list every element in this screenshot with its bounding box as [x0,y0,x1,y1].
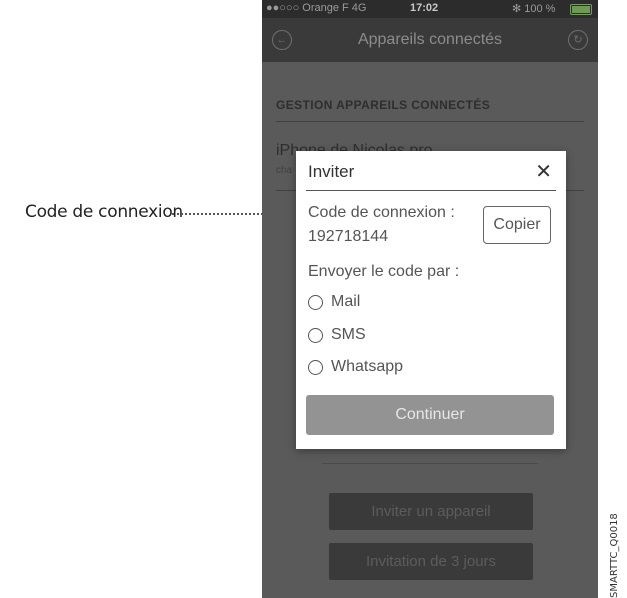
continue-button[interactable]: Continuer [306,395,554,435]
section-title: GESTION APPAREILS CONNECTÉS [276,98,491,112]
radio-circle-icon[interactable] [308,360,323,375]
callout-label: Code de connexion [25,202,183,222]
battery-icon [570,4,592,15]
invite-modal: Inviter ✕ Code de connexion : 192718144 … [296,151,566,449]
close-icon[interactable]: ✕ [535,159,552,184]
clock-text: 17:02 [410,2,439,14]
modal-title: Inviter [308,162,355,181]
status-bar: ●●○○○ Orange F 4G 17:02 ✻ 100 % [262,0,598,18]
section-divider [276,121,584,122]
refresh-icon[interactable]: ↻ [568,30,588,50]
radio-label: SMS [331,326,366,343]
invite-3-days-button[interactable]: Invitation de 3 jours [329,543,533,580]
radio-circle-icon[interactable] [308,328,323,343]
radio-label: Whatsapp [331,358,404,375]
device-subtitle: cha [276,165,293,176]
carrier-text: ●●○○○ Orange F 4G [266,2,367,14]
bottom-divider [322,463,538,464]
watermark-text: SMARTTC_Q0018 [609,513,620,598]
radio-label: Mail [331,293,361,310]
code-label: Code de connexion : [308,204,455,221]
copy-button[interactable]: Copier [483,206,551,244]
modal-divider [306,190,556,191]
nav-bar: ← Appareils connectés ↻ [262,18,598,62]
invite-device-button[interactable]: Inviter un appareil [329,493,533,530]
watermark: SMARTTC_Q0018 [604,510,626,598]
page-title: Appareils connectés [357,31,503,48]
radio-circle-icon[interactable] [308,295,323,310]
battery-text: ✻ 100 % [512,3,556,15]
code-value: 192718144 [308,228,389,245]
send-label: Envoyer le code par : [308,263,460,280]
